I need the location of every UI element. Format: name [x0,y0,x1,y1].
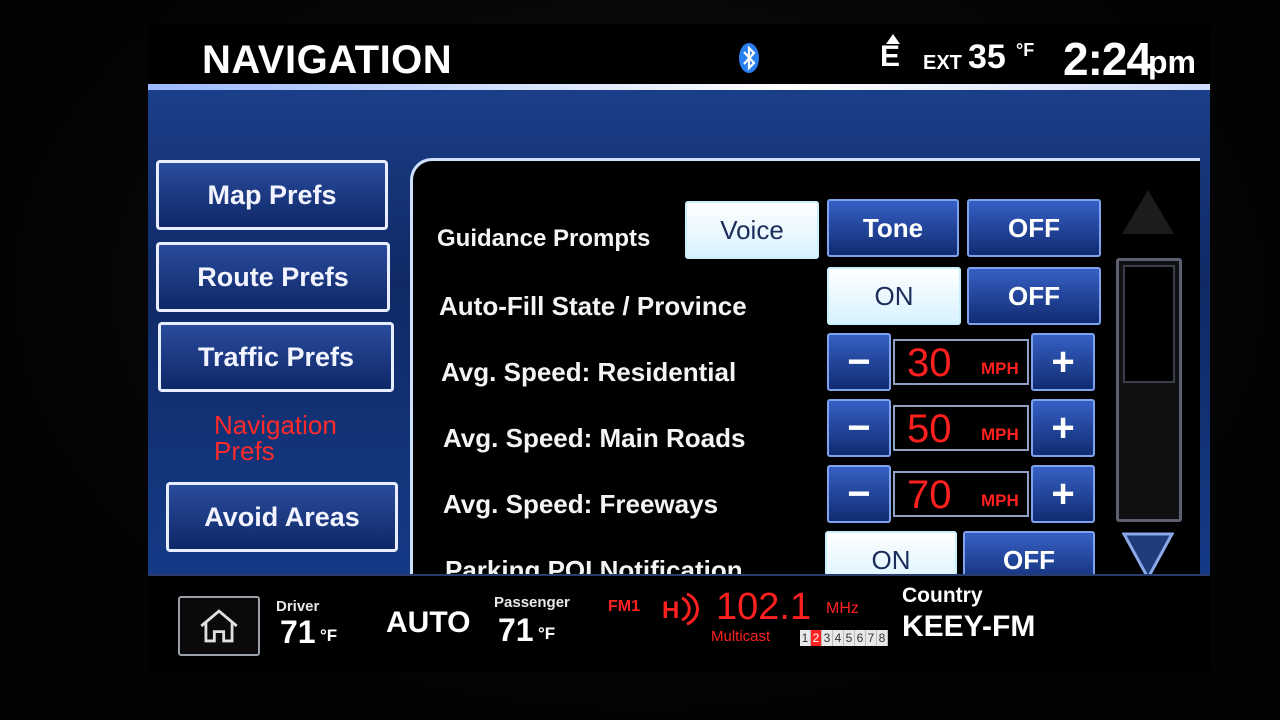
speed-freeways-plus-button[interactable]: + [1031,465,1095,523]
speed-main-label: Avg. Speed: Main Roads [443,423,746,453]
speed-main-display: 50 MPH [893,405,1029,451]
speed-residential-stepper: − 30 MPH + [827,333,1095,391]
multicast-label: Multicast [711,628,771,645]
guidance-voice-button[interactable]: Voice [685,201,819,259]
speed-freeways-stepper: − 70 MPH + [827,465,1095,523]
radio-frequency-unit: MHz [826,600,859,617]
speed-main-stepper: − 50 MPH + [827,399,1095,457]
autofill-off-button[interactable]: OFF [967,267,1101,325]
ext-temp-value: 35 [968,38,1006,76]
speed-residential-label: Avg. Speed: Residential [441,357,737,387]
tab-traffic-prefs[interactable]: Traffic Prefs [158,322,394,392]
home-icon [200,609,238,643]
speed-main-minus-button[interactable]: − [827,399,891,457]
speed-residential-unit: MPH [981,359,1019,378]
ext-temp-label: EXT [923,52,962,74]
driver-temp-label: Driver [276,598,320,615]
speed-freeways-label: Avg. Speed: Freeways [443,489,719,519]
speed-main-unit: MPH [981,425,1019,444]
climate-mode[interactable]: AUTO [386,606,470,640]
passenger-temp-unit: °F [538,624,556,643]
multicast-channel: 7 [866,630,877,646]
passenger-temp-label: Passenger [494,594,570,611]
tab-map-prefs[interactable]: Map Prefs [156,160,388,230]
radio-genre: Country [902,584,983,607]
speed-freeways-value: 70 [907,473,952,517]
scrollbar[interactable] [1116,258,1182,522]
hd-radio-icon: H [662,592,699,626]
multicast-channel: 2 [811,630,822,646]
multicast-channel: 1 [800,630,811,646]
compass-icon: E [878,34,908,78]
clock-time: 2:24 [1063,33,1152,85]
speed-freeways-unit: MPH [981,491,1019,510]
multicast-channel: 5 [844,630,855,646]
speed-main-value: 50 [907,407,952,451]
svg-text:H: H [662,597,679,624]
multicast-channel: 8 [877,630,888,646]
speed-residential-value: 30 [907,341,952,385]
guidance-prompts-label: Guidance Prompts [437,225,651,252]
radio-band: FM1 [608,598,640,615]
guidance-tone-button[interactable]: Tone [827,199,959,257]
header-divider [148,84,1210,90]
passenger-temp-value[interactable]: 71 [498,612,534,649]
multicast-channel: 3 [822,630,833,646]
tab-route-prefs[interactable]: Route Prefs [156,242,390,312]
header-bar: NAVIGATION E EXT 35 °F 2:24 pm [148,24,1210,86]
speed-main-plus-button[interactable]: + [1031,399,1095,457]
speed-residential-display: 30 MPH [893,339,1029,385]
radio-frequency: 102.1 [716,586,812,628]
scroll-up-arrow-icon[interactable] [1122,190,1174,234]
clock-ampm: pm [1148,44,1196,80]
tab-avoid-areas[interactable]: Avoid Areas [166,482,398,552]
bluetooth-icon [739,43,759,73]
settings-panel: Guidance Prompts Voice Tone OFF Auto-Fil… [410,158,1200,624]
home-button[interactable] [178,596,260,656]
radio-station: KEEY-FM [902,610,1036,643]
page-title: NAVIGATION [202,38,453,82]
scrollbar-thumb[interactable] [1123,265,1175,383]
autofill-label: Auto-Fill State / Province [439,291,747,321]
speed-freeways-display: 70 MPH [893,471,1029,517]
compass-direction: E [880,40,901,73]
guidance-off-button[interactable]: OFF [967,199,1101,257]
multicast-channel: 6 [855,630,866,646]
multicast-channels: 12345678 [800,630,888,646]
tab-navigation-prefs[interactable]: Navigation Prefs [214,412,337,464]
speed-residential-plus-button[interactable]: + [1031,333,1095,391]
ext-temp-unit: °F [1016,40,1035,60]
content-area: Map Prefs Route Prefs Traffic Prefs Navi… [148,86,1210,624]
multicast-channel: 4 [833,630,844,646]
driver-temp-value[interactable]: 71 [280,614,316,651]
tab-navigation-prefs-line1: Navigation [214,410,337,440]
sync-screen: NAVIGATION E EXT 35 °F 2:24 pm Map Prefs… [148,24,1210,672]
speed-freeways-minus-button[interactable]: − [827,465,891,523]
tab-navigation-prefs-line2: Prefs [214,436,275,466]
driver-temp-unit: °F [320,626,338,645]
autofill-on-button[interactable]: ON [827,267,961,325]
status-bar: Driver 71 °F AUTO Passenger 71 °F FM1 H … [148,574,1210,672]
speed-residential-minus-button[interactable]: − [827,333,891,391]
